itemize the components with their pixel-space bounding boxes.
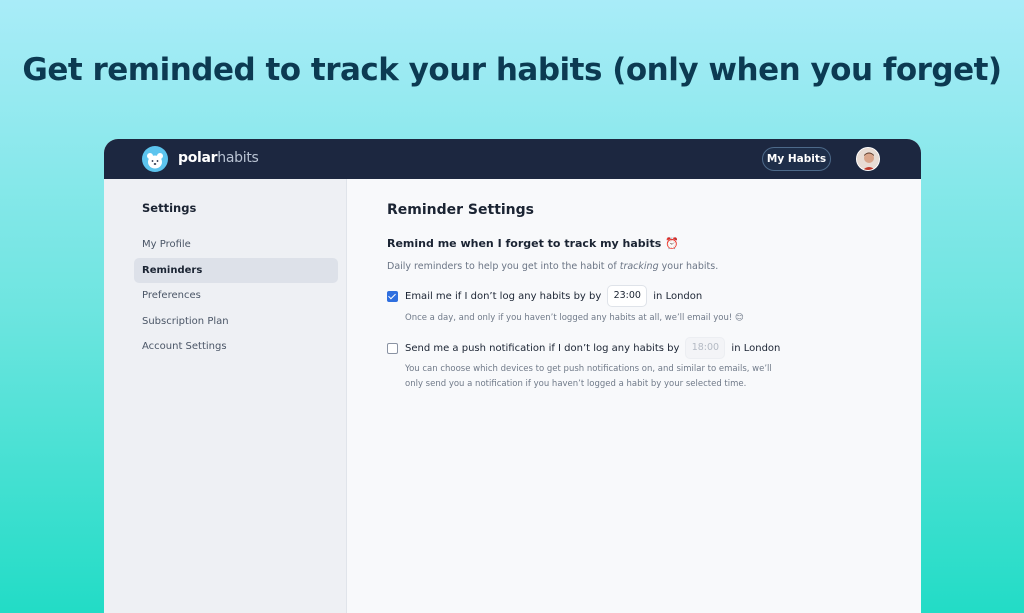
- sidebar-item-preferences[interactable]: Preferences: [134, 283, 338, 308]
- push-time-input[interactable]: 18:00: [685, 337, 726, 359]
- email-reminder-label: Email me if I don’t log any habits by by: [405, 290, 602, 302]
- email-reminder-checkbox[interactable]: [387, 290, 398, 302]
- sidebar-item-subscription-plan[interactable]: Subscription Plan: [134, 309, 338, 334]
- settings-sidebar: Settings My Profile Reminders Preference…: [104, 179, 347, 613]
- page-title: Reminder Settings: [387, 202, 535, 218]
- brand-light: habits: [217, 150, 259, 166]
- polar-bear-logo-icon[interactable]: [142, 146, 168, 172]
- top-navbar: polarhabits My Habits: [104, 139, 921, 179]
- email-reminder-hint: Once a day, and only if you haven’t logg…: [405, 313, 744, 323]
- brand-bold: polar: [178, 150, 218, 166]
- push-timezone-label: in London: [731, 342, 781, 354]
- page-headline: Get reminded to track your habits (only …: [22, 52, 1002, 88]
- user-avatar[interactable]: [856, 147, 880, 171]
- app-window: polarhabits My Habits Settings My Profil…: [104, 139, 921, 613]
- section-desc-post: your habits.: [658, 261, 719, 272]
- sidebar-item-reminders[interactable]: Reminders: [134, 258, 338, 283]
- email-timezone-label: in London: [653, 290, 703, 302]
- sidebar-item-account-settings[interactable]: Account Settings: [134, 334, 338, 359]
- section-desc-em: tracking: [619, 261, 659, 272]
- sidebar-item-my-profile[interactable]: My Profile: [134, 232, 338, 257]
- email-reminder-row: Email me if I don’t log any habits by by…: [387, 285, 702, 307]
- main-content: Reminder Settings Remind me when I forge…: [348, 179, 921, 613]
- sidebar-title: Settings: [142, 201, 197, 215]
- push-reminder-hint: You can choose which devices to get push…: [405, 364, 772, 389]
- push-reminder-row: Send me a push notification if I don’t l…: [387, 337, 780, 359]
- brand-name[interactable]: polarhabits: [178, 150, 259, 166]
- push-reminder-label: Send me a push notification if I don’t l…: [405, 342, 680, 354]
- section-desc-pre: Daily reminders to help you get into the…: [387, 261, 620, 272]
- push-reminder-checkbox[interactable]: [387, 342, 398, 354]
- section-title: Remind me when I forget to track my habi…: [387, 237, 679, 250]
- my-habits-button[interactable]: My Habits: [762, 147, 831, 171]
- email-time-input[interactable]: 23:00: [607, 285, 648, 307]
- section-description: Daily reminders to help you get into the…: [387, 261, 718, 272]
